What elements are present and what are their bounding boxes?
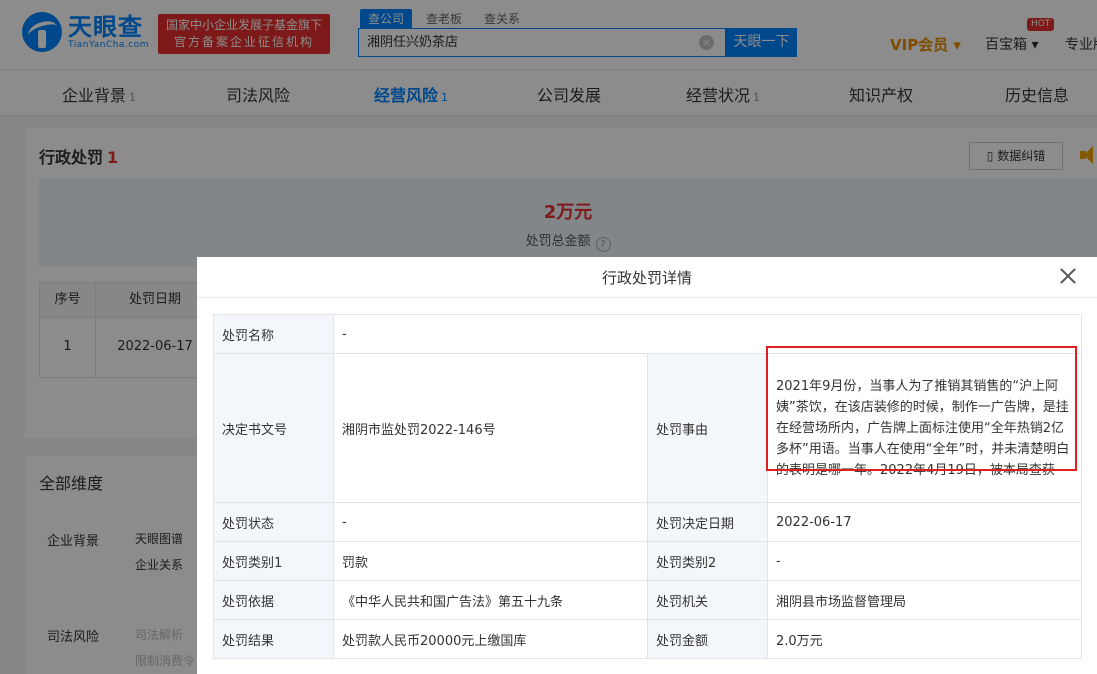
value-penalty-name: -: [333, 314, 1082, 354]
label-doc-no: 决定书文号: [213, 353, 334, 503]
label-decision-date: 处罚决定日期: [647, 502, 768, 542]
value-doc-no: 湘阴市监处罚2022-146号: [333, 353, 648, 503]
value-result: 处罚款人民币20000元上缴国库: [333, 619, 648, 659]
label-authority: 处罚机关: [647, 580, 768, 620]
value-category1: 罚款: [333, 541, 648, 581]
value-basis: 《中华人民共和国广告法》第五十九条: [333, 580, 648, 620]
label-status: 处罚状态: [213, 502, 334, 542]
table-row: 处罚依据 《中华人民共和国广告法》第五十九条 处罚机关 湘阴县市场监督管理局: [213, 580, 1082, 620]
label-category2: 处罚类别2: [647, 541, 768, 581]
label-category1: 处罚类别1: [213, 541, 334, 581]
label-result: 处罚结果: [213, 619, 334, 659]
label-amount: 处罚金额: [647, 619, 768, 659]
label-reason: 处罚事由: [647, 353, 768, 503]
value-authority: 湘阴县市场监督管理局: [767, 580, 1082, 620]
table-row: 处罚类别1 罚款 处罚类别2 -: [213, 541, 1082, 581]
penalty-detail-modal: 行政处罚详情 处罚名称 - 决定书文号 湘阴市监处罚2022-146号 处罚事由…: [197, 257, 1097, 674]
label-penalty-name: 处罚名称: [213, 314, 334, 354]
value-decision-date: 2022-06-17: [767, 502, 1082, 542]
penalty-detail-table: 处罚名称 - 决定书文号 湘阴市监处罚2022-146号 处罚事由 2021年9…: [213, 314, 1082, 659]
table-row: 处罚名称 -: [213, 314, 1082, 354]
value-status: -: [333, 502, 648, 542]
modal-header: 行政处罚详情: [197, 257, 1097, 298]
table-row: 决定书文号 湘阴市监处罚2022-146号 处罚事由 2021年9月份，当事人为…: [213, 353, 1082, 503]
value-category2: -: [767, 541, 1082, 581]
value-reason: 2021年9月份，当事人为了推销其销售的“沪上阿姨”茶饮，在该店装修的时候，制作…: [767, 353, 1082, 503]
value-amount: 2.0万元: [767, 619, 1082, 659]
close-icon[interactable]: [1059, 267, 1077, 285]
table-row: 处罚结果 处罚款人民币20000元上缴国库 处罚金额 2.0万元: [213, 619, 1082, 659]
modal-title: 行政处罚详情: [601, 269, 692, 287]
table-row: 处罚状态 - 处罚决定日期 2022-06-17: [213, 502, 1082, 542]
label-basis: 处罚依据: [213, 580, 334, 620]
